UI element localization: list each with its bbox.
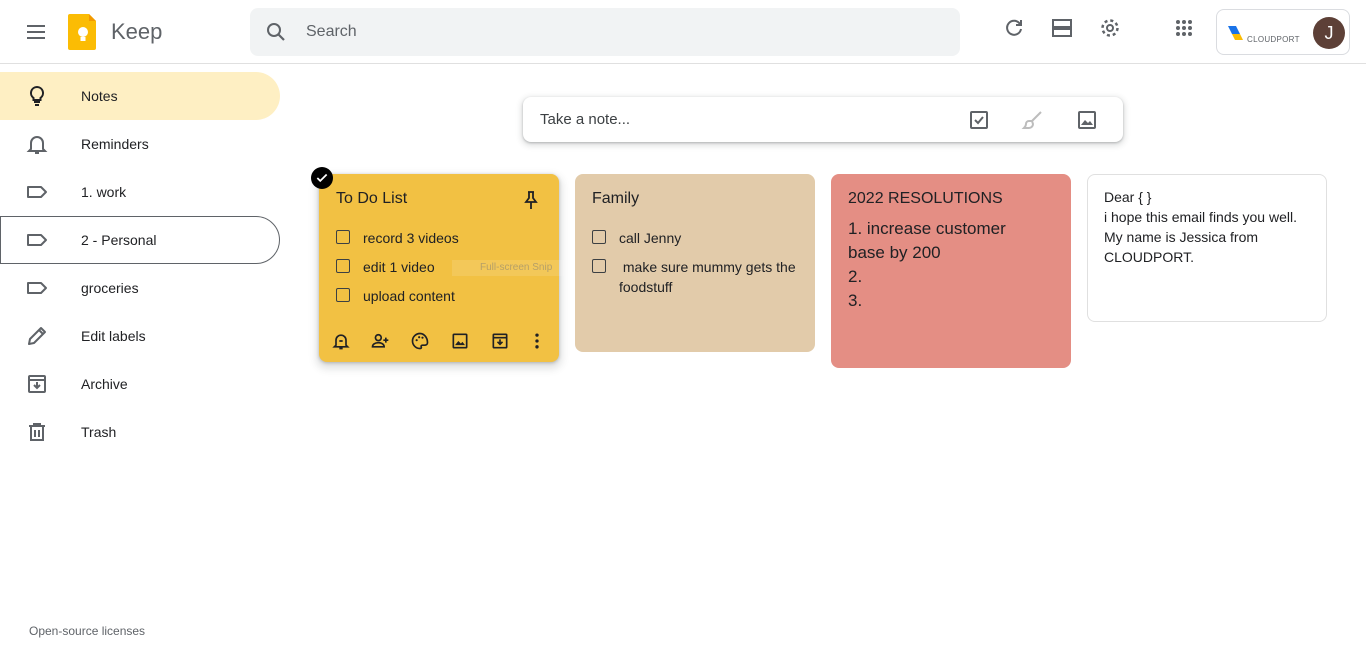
list-item[interactable]: call Jenny [592, 228, 681, 250]
avatar[interactable]: J [1313, 17, 1345, 49]
open-source-licenses-link[interactable]: Open-source licenses [29, 624, 145, 638]
note-line: 2. [848, 267, 863, 286]
sidebar-item-work[interactable]: 1. work [0, 168, 280, 216]
note-card-family[interactable]: Family call Jenny make sure mummy gets t… [575, 174, 815, 352]
apps-grid-icon[interactable] [1172, 16, 1196, 40]
select-check-icon[interactable] [311, 167, 333, 189]
search-bar[interactable] [250, 8, 960, 56]
list-item-text: make sure mummy gets the foodstuff [619, 259, 800, 295]
trash-icon [25, 420, 49, 444]
sidebar-item-edit-labels[interactable]: Edit labels [0, 312, 280, 360]
list-item[interactable]: record 3 videos [336, 228, 459, 250]
list-item-text: call Jenny [619, 230, 682, 246]
note-title: Family [592, 190, 640, 207]
sidebar-item-reminders[interactable]: Reminders [0, 120, 280, 168]
sidebar-item-label: Notes [81, 88, 118, 104]
checkbox[interactable] [336, 288, 350, 302]
collaborator-icon[interactable] [370, 331, 390, 351]
list-item[interactable]: upload content [336, 286, 455, 308]
search-input[interactable] [306, 8, 926, 56]
archive-icon[interactable] [490, 331, 510, 351]
list-item[interactable]: edit 1 video [336, 257, 435, 279]
sidebar-item-label: Reminders [81, 136, 149, 152]
note-card-email[interactable]: Dear { } i hope this email finds you wel… [1087, 174, 1327, 322]
list-item[interactable]: make sure mummy gets the foodstuff [592, 257, 802, 301]
sidebar-item-label: Archive [81, 376, 128, 392]
list-item-text: edit 1 video [363, 259, 435, 275]
sidebar-item-personal[interactable]: 2 - Personal [0, 216, 280, 264]
take-note-placeholder[interactable]: Take a note... [540, 111, 630, 128]
note-card-resolutions[interactable]: 2022 RESOLUTIONS 1. increase customer ba… [831, 174, 1071, 368]
note-body: Dear { } i hope this email finds you wel… [1104, 189, 1297, 265]
sidebar: Notes Reminders 1. work 2 - Personal gro… [0, 72, 280, 456]
image-icon[interactable] [450, 331, 470, 351]
palette-icon[interactable] [410, 331, 430, 351]
list-item-text: record 3 videos [363, 230, 459, 246]
note-line: base by 200 [848, 243, 941, 262]
account-switcher[interactable]: CLOUDPORT J [1216, 9, 1350, 55]
app-header: Keep CLOUDPORT J [0, 0, 1366, 64]
sidebar-item-label: groceries [81, 280, 139, 296]
note-line: 1. increase customer [848, 219, 1006, 238]
note-title: To Do List [336, 190, 408, 207]
lightbulb-icon [25, 84, 49, 108]
checkbox[interactable] [592, 230, 606, 244]
image-icon[interactable] [1075, 108, 1099, 132]
checkbox[interactable] [592, 259, 606, 273]
settings-icon[interactable] [1098, 16, 1122, 40]
list-item-text: upload content [363, 288, 455, 304]
note-line: 3. [848, 291, 863, 310]
note-title: 2022 RESOLUTIONS [848, 190, 1003, 207]
pencil-icon [25, 324, 49, 348]
sidebar-item-trash[interactable]: Trash [0, 408, 280, 456]
bell-icon [25, 132, 49, 156]
org-name: CLOUDPORT [1247, 35, 1300, 44]
app-name[interactable]: Keep [111, 19, 162, 45]
menu-icon[interactable] [12, 8, 60, 56]
archive-icon [25, 372, 49, 396]
sidebar-item-archive[interactable]: Archive [0, 360, 280, 408]
take-note-bar[interactable]: Take a note... [523, 97, 1123, 142]
checkbox[interactable] [336, 230, 350, 244]
sidebar-item-groceries[interactable]: groceries [0, 264, 280, 312]
cloudport-logo-icon [1227, 24, 1245, 42]
checkbox[interactable] [336, 259, 350, 273]
refresh-icon[interactable] [1002, 16, 1026, 40]
more-icon[interactable] [527, 331, 547, 351]
list-view-icon[interactable] [1050, 16, 1074, 40]
reminder-icon[interactable] [331, 331, 351, 351]
snip-overlay-text: Full-screen Snip [452, 260, 582, 276]
label-icon [25, 276, 49, 300]
sidebar-item-label: 2 - Personal [81, 232, 157, 248]
sidebar-item-label: Trash [81, 424, 117, 440]
keep-logo-icon [68, 12, 98, 52]
note-toolbar [327, 328, 551, 354]
brush-icon[interactable] [1021, 108, 1045, 132]
sidebar-item-label: Edit labels [81, 328, 146, 344]
checkbox-icon[interactable] [967, 108, 991, 132]
pin-icon[interactable] [519, 188, 543, 212]
search-icon[interactable] [264, 20, 288, 44]
label-icon [25, 228, 49, 252]
label-icon [25, 180, 49, 204]
sidebar-item-notes[interactable]: Notes [0, 72, 280, 120]
sidebar-item-label: 1. work [81, 184, 127, 200]
